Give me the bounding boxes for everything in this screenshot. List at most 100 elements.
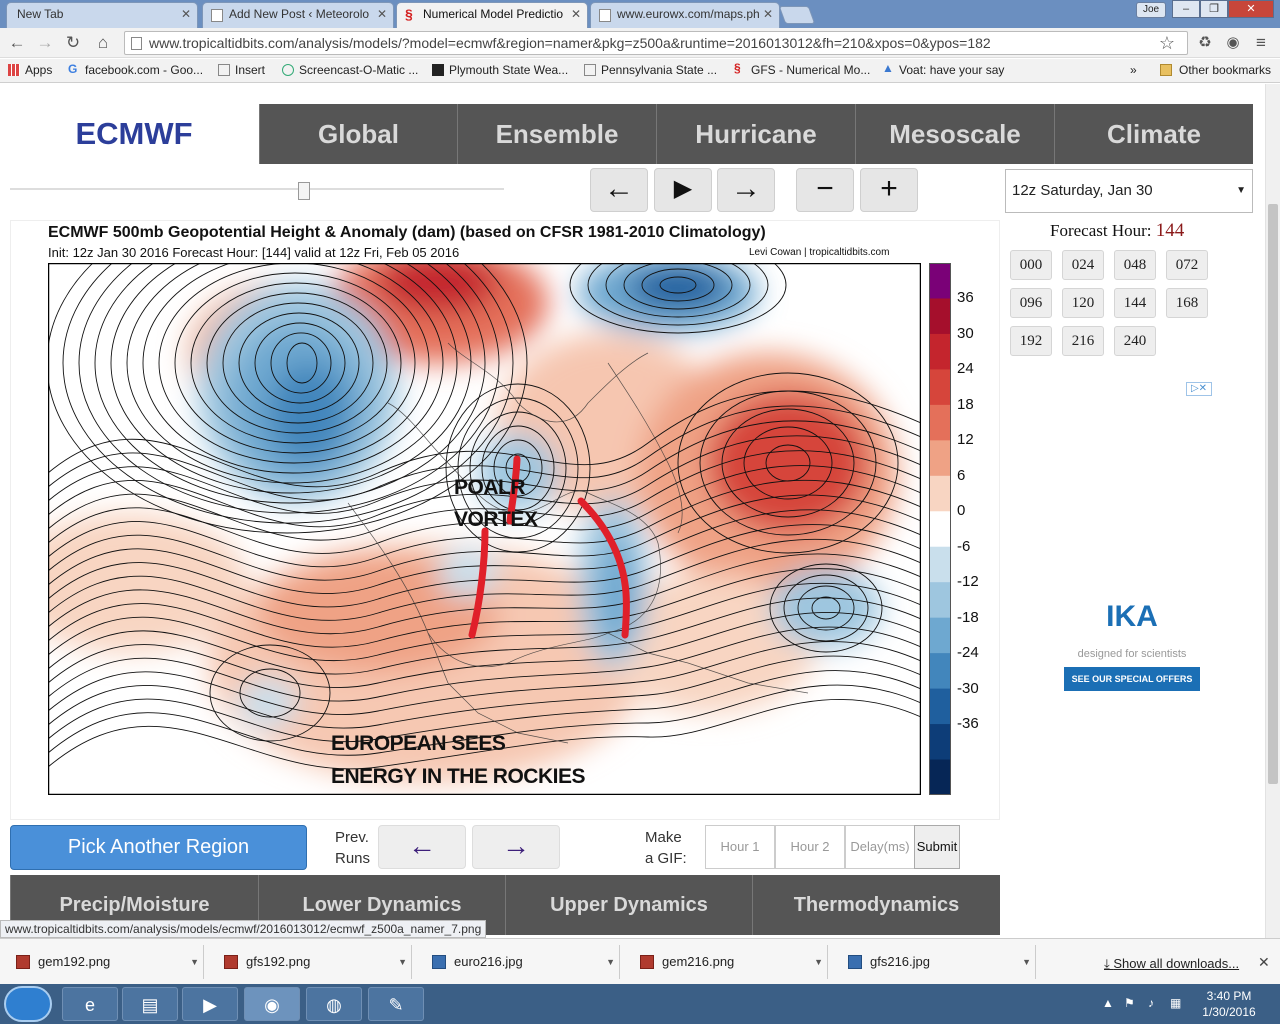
pick-region-button[interactable]: Pick Another Region [10, 825, 307, 870]
nav-hurricane[interactable]: Hurricane [656, 104, 855, 164]
media-player-icon[interactable]: ▶ [182, 987, 238, 1021]
close-icon[interactable]: ✕ [571, 7, 581, 21]
bookmark-facebook[interactable]: Gfacebook.com - Goo... [68, 62, 203, 77]
frame-slider-handle[interactable] [298, 182, 310, 200]
download-filename: gfs216.jpg [870, 954, 930, 969]
colorbar-swatch [929, 759, 951, 795]
action-center-icon[interactable]: ⚑ [1124, 996, 1135, 1010]
tab-numerical-model[interactable]: § Numerical Model Predictio ✕ [396, 2, 588, 28]
advertisement[interactable]: ▷✕ IKA designed for scientists SEE OUR S… [1052, 382, 1212, 712]
download-item[interactable]: euro216.jpg ▼ [420, 945, 620, 979]
download-filename: gfs192.png [246, 954, 311, 969]
ad-choices-icon[interactable]: ▷✕ [1186, 382, 1212, 396]
tab-label: Numerical Model Predictio [423, 7, 564, 21]
ie-icon[interactable]: e [62, 987, 118, 1021]
chevron-down-icon[interactable]: ▼ [606, 945, 615, 979]
download-filename: euro216.jpg [454, 954, 523, 969]
show-all-downloads-link[interactable]: ⤓ Show all downloads... [1104, 956, 1239, 972]
download-item[interactable]: gem216.png ▼ [628, 945, 828, 979]
forecast-hour-button-072[interactable]: 072 [1166, 250, 1208, 280]
bookmark-plymouth[interactable]: Plymouth State Wea... [432, 63, 568, 77]
gif-delay-input[interactable]: Delay(ms) [845, 825, 915, 869]
nav-global[interactable]: Global [259, 104, 457, 164]
forecast-hour-button-120[interactable]: 120 [1062, 288, 1104, 318]
subnav-upper-dynamics[interactable]: Upper Dynamics [505, 875, 752, 935]
bookmark-apps[interactable]: Apps [8, 63, 52, 77]
taskbar-clock[interactable]: 3:40 PM 1/30/2016 [1192, 988, 1266, 1020]
gif-submit-button[interactable]: Submit [914, 825, 960, 869]
next-frame-button[interactable]: → [717, 168, 775, 212]
chrome-icon[interactable]: ◉ [244, 987, 300, 1021]
close-icon[interactable]: ✕ [181, 7, 191, 21]
forecast-hour-button-000[interactable]: 000 [1010, 250, 1052, 280]
bookmark-pennsylvania[interactable]: Pennsylvania State ... [584, 63, 717, 77]
bookmark-voat[interactable]: ▲ Voat: have your say [882, 61, 1004, 77]
bookmark-gfs[interactable]: § GFS - Numerical Mo... [734, 61, 870, 77]
forecast-hour-button-048[interactable]: 048 [1114, 250, 1156, 280]
other-bookmarks[interactable]: Other bookmarks [1160, 63, 1271, 77]
extension-icon[interactable]: ♻ [1194, 32, 1216, 54]
new-tab-button[interactable] [778, 6, 816, 24]
volume-icon[interactable]: ♪ [1148, 996, 1154, 1010]
reload-icon[interactable]: ↻ [62, 32, 84, 54]
chevron-down-icon[interactable]: ▼ [190, 945, 199, 979]
bookmark-screencast[interactable]: Screencast-O-Matic ... [282, 63, 418, 77]
forecast-hour-button-192[interactable]: 192 [1010, 326, 1052, 356]
profile-button[interactable]: Joe [1136, 2, 1166, 18]
chevron-down-icon[interactable]: ▼ [814, 945, 823, 979]
page-scrollbar[interactable] [1265, 84, 1280, 938]
tab-new-tab[interactable]: New Tab ✕ [6, 2, 198, 28]
back-icon[interactable]: ← [6, 32, 28, 54]
chevron-down-icon[interactable]: ▼ [398, 945, 407, 979]
gif-hour2-input[interactable]: Hour 2 [775, 825, 845, 869]
nav-climate[interactable]: Climate [1054, 104, 1253, 164]
next-run-button[interactable]: → [472, 825, 560, 869]
forecast-hour-button-240[interactable]: 240 [1114, 326, 1156, 356]
network-icon[interactable]: ▦ [1170, 996, 1181, 1010]
forecast-hour-button-144[interactable]: 144 [1114, 288, 1156, 318]
close-icon[interactable]: ✕ [377, 7, 387, 21]
tray-overflow-icon[interactable]: ▲ [1102, 996, 1114, 1010]
frame-slider-track[interactable] [10, 188, 504, 190]
download-item[interactable]: gfs216.jpg ▼ [836, 945, 1036, 979]
window-close-button[interactable]: ✕ [1228, 0, 1274, 18]
paint-icon[interactable]: ✎ [368, 987, 424, 1021]
start-button[interactable] [4, 986, 52, 1022]
ad-cta-button[interactable]: SEE OUR SPECIAL OFFERS [1064, 667, 1200, 691]
minimize-button[interactable]: – [1172, 0, 1200, 18]
menu-icon[interactable]: ≡ [1250, 32, 1272, 54]
close-icon[interactable]: ✕ [1258, 954, 1270, 971]
zoom-in-button[interactable]: + [860, 168, 918, 212]
extension-icon-2[interactable]: ◉ [1222, 32, 1244, 54]
zoom-out-button[interactable]: − [796, 168, 854, 212]
run-select[interactable]: 12z Saturday, Jan 30 ▼ [1005, 169, 1253, 213]
forecast-hour-button-096[interactable]: 096 [1010, 288, 1052, 318]
download-item[interactable]: gfs192.png ▼ [212, 945, 412, 979]
firefox-icon[interactable]: ◍ [306, 987, 362, 1021]
subnav-thermodynamics[interactable]: Thermodynamics [752, 875, 1000, 935]
chevron-down-icon[interactable]: ▼ [1022, 945, 1031, 979]
scrollbar-thumb[interactable] [1268, 204, 1278, 784]
bookmark-insert[interactable]: Insert [218, 63, 265, 77]
explorer-folder-icon[interactable]: ▤ [122, 987, 178, 1021]
address-bar[interactable]: www.tropicaltidbits.com/analysis/models/… [124, 31, 1188, 55]
play-button[interactable]: ▶ [654, 168, 712, 212]
prev-frame-button[interactable]: ← [590, 168, 648, 212]
tab-add-new-post[interactable]: Add New Post ‹ Meteorolo ✕ [202, 2, 394, 28]
gif-hour1-input[interactable]: Hour 1 [705, 825, 775, 869]
home-icon[interactable]: ⌂ [92, 32, 114, 54]
maximize-button[interactable]: ❐ [1200, 0, 1228, 18]
nav-mesoscale[interactable]: Mesoscale [855, 104, 1054, 164]
close-icon[interactable]: ✕ [763, 7, 773, 21]
tab-eurowx[interactable]: www.eurowx.com/maps.ph ✕ [590, 2, 780, 28]
bookmarks-overflow-button[interactable]: » [1116, 63, 1137, 77]
forecast-hour-button-168[interactable]: 168 [1166, 288, 1208, 318]
prev-run-button[interactable]: ← [378, 825, 466, 869]
forecast-hour-button-216[interactable]: 216 [1062, 326, 1104, 356]
model-logo[interactable]: ECMWF [10, 104, 258, 164]
bookmark-star-icon[interactable]: ☆ [1156, 32, 1178, 54]
nav-ensemble[interactable]: Ensemble [457, 104, 656, 164]
download-item[interactable]: gem192.png ▼ [4, 945, 204, 979]
forward-icon[interactable]: → [34, 32, 56, 54]
forecast-hour-button-024[interactable]: 024 [1062, 250, 1104, 280]
